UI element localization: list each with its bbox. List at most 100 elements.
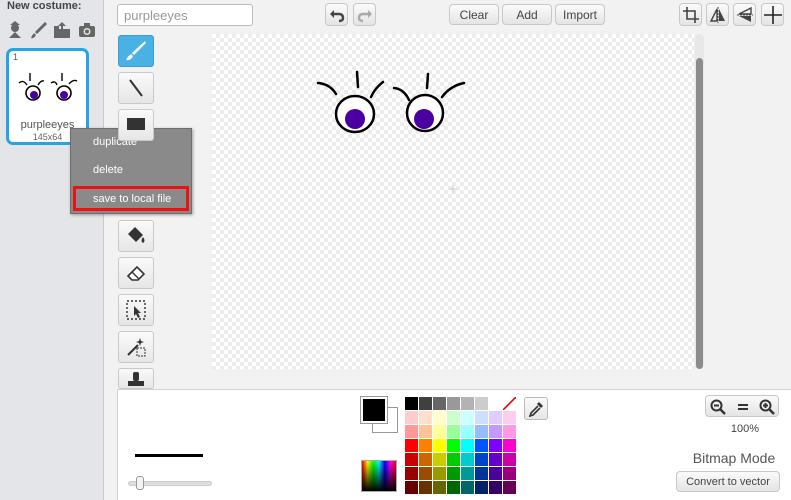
palette-swatch[interactable] (475, 453, 488, 466)
transparent-swatch[interactable] (502, 396, 517, 411)
palette-swatch[interactable] (433, 453, 446, 466)
palette-swatch[interactable] (419, 397, 432, 410)
clear-button[interactable]: Clear (449, 4, 499, 25)
line-width-slider-thumb[interactable] (136, 476, 144, 490)
zoom-reset-button[interactable] (732, 397, 754, 417)
palette-swatch[interactable] (433, 397, 446, 410)
palette-swatch[interactable] (433, 425, 446, 438)
zoom-in-button[interactable] (756, 397, 778, 417)
redo-button[interactable] (353, 3, 376, 26)
palette-swatch[interactable] (433, 481, 446, 494)
palette-swatch[interactable] (447, 481, 460, 494)
palette-swatch[interactable] (461, 411, 474, 424)
zoom-out-button[interactable] (707, 397, 729, 417)
color-picker-button[interactable] (361, 460, 397, 492)
palette-swatch[interactable] (447, 397, 460, 410)
palette-swatch[interactable] (447, 467, 460, 480)
flip-horizontal-button[interactable] (706, 3, 729, 26)
palette-swatch[interactable] (475, 439, 488, 452)
primary-color-swatch[interactable] (360, 396, 388, 424)
palette-swatch[interactable] (489, 425, 502, 438)
palette-swatch[interactable] (419, 411, 432, 424)
palette-swatch[interactable] (503, 481, 516, 494)
palette-swatch[interactable] (405, 453, 418, 466)
palette-swatch[interactable] (461, 453, 474, 466)
palette-swatch[interactable] (419, 439, 432, 452)
palette-swatch[interactable] (419, 467, 432, 480)
palette-swatch[interactable] (405, 411, 418, 424)
magic-wand-icon (127, 338, 146, 357)
select-and-duplicate-tool[interactable] (118, 331, 154, 363)
flip-horizontal-icon (709, 6, 725, 23)
zoom-controls (705, 395, 779, 417)
choose-from-library-icon[interactable] (5, 20, 25, 40)
palette-swatch[interactable] (405, 467, 418, 480)
brush-tool[interactable] (118, 35, 154, 67)
flip-vertical-button[interactable] (733, 3, 756, 26)
upload-icon[interactable] (52, 20, 72, 40)
rectangle-icon (127, 118, 145, 130)
palette-swatch[interactable] (503, 411, 516, 424)
palette-swatch[interactable] (461, 439, 474, 452)
palette-swatch[interactable] (475, 467, 488, 480)
palette-swatch[interactable] (489, 453, 502, 466)
palette-swatch[interactable] (447, 411, 460, 424)
palette-swatch[interactable] (475, 425, 488, 438)
add-button[interactable]: Add (502, 4, 552, 25)
palette-swatch[interactable] (475, 397, 488, 410)
fill-tool[interactable] (118, 220, 154, 252)
palette-swatch[interactable] (447, 439, 460, 452)
palette-swatch[interactable] (405, 481, 418, 494)
palette-swatch[interactable] (489, 439, 502, 452)
stamp-tool[interactable] (118, 368, 154, 389)
palette-swatch[interactable] (489, 467, 502, 480)
rectangle-tool[interactable] (118, 109, 154, 141)
palette-swatch[interactable] (433, 411, 446, 424)
line-width-preview (135, 454, 203, 457)
menu-item-delete[interactable]: delete (71, 158, 191, 182)
convert-to-vector-button[interactable]: Convert to vector (676, 471, 780, 492)
eraser-tool[interactable] (118, 257, 154, 289)
palette-swatch[interactable] (503, 453, 516, 466)
palette-swatch[interactable] (405, 397, 418, 410)
palette-swatch[interactable] (475, 411, 488, 424)
undo-button[interactable] (325, 3, 348, 26)
set-costume-center-button[interactable] (761, 3, 784, 26)
palette-swatch[interactable] (503, 425, 516, 438)
menu-item-save-to-local-file[interactable]: save to local file (71, 187, 191, 211)
palette-swatch[interactable] (405, 425, 418, 438)
palette-swatch[interactable] (503, 439, 516, 452)
select-tool[interactable] (118, 294, 154, 326)
palette-swatch[interactable] (447, 425, 460, 438)
drawing-eyes (316, 70, 466, 193)
paint-brush-icon[interactable] (29, 20, 49, 40)
palette-swatch[interactable] (475, 481, 488, 494)
palette-swatch[interactable] (461, 467, 474, 480)
palette-swatch[interactable] (447, 453, 460, 466)
palette-swatch[interactable] (419, 453, 432, 466)
palette-swatch[interactable] (503, 467, 516, 480)
palette-swatch[interactable] (433, 467, 446, 480)
palette-swatch[interactable] (461, 481, 474, 494)
set-costume-center-icon (763, 5, 782, 24)
import-button[interactable]: Import (555, 4, 605, 25)
paint-canvas[interactable] (212, 34, 694, 369)
eyedropper-button[interactable] (524, 397, 548, 420)
costume-name-input[interactable] (117, 4, 253, 26)
palette-swatch[interactable] (489, 411, 502, 424)
palette-swatch[interactable] (419, 425, 432, 438)
vertical-scrollbar-thumb[interactable] (696, 58, 703, 369)
palette-swatch[interactable] (489, 481, 502, 494)
palette-swatch[interactable] (461, 425, 474, 438)
zoom-out-icon (710, 399, 726, 415)
palette-swatch[interactable] (489, 397, 502, 410)
crop-button[interactable] (679, 3, 702, 26)
palette-swatch[interactable] (433, 439, 446, 452)
palette-swatch[interactable] (461, 397, 474, 410)
camera-icon[interactable] (77, 20, 97, 40)
palette-swatch[interactable] (419, 481, 432, 494)
line-tool[interactable] (118, 72, 154, 104)
redo-icon (357, 9, 372, 22)
palette-swatch[interactable] (405, 439, 418, 452)
costume-thumbnail (18, 73, 78, 101)
